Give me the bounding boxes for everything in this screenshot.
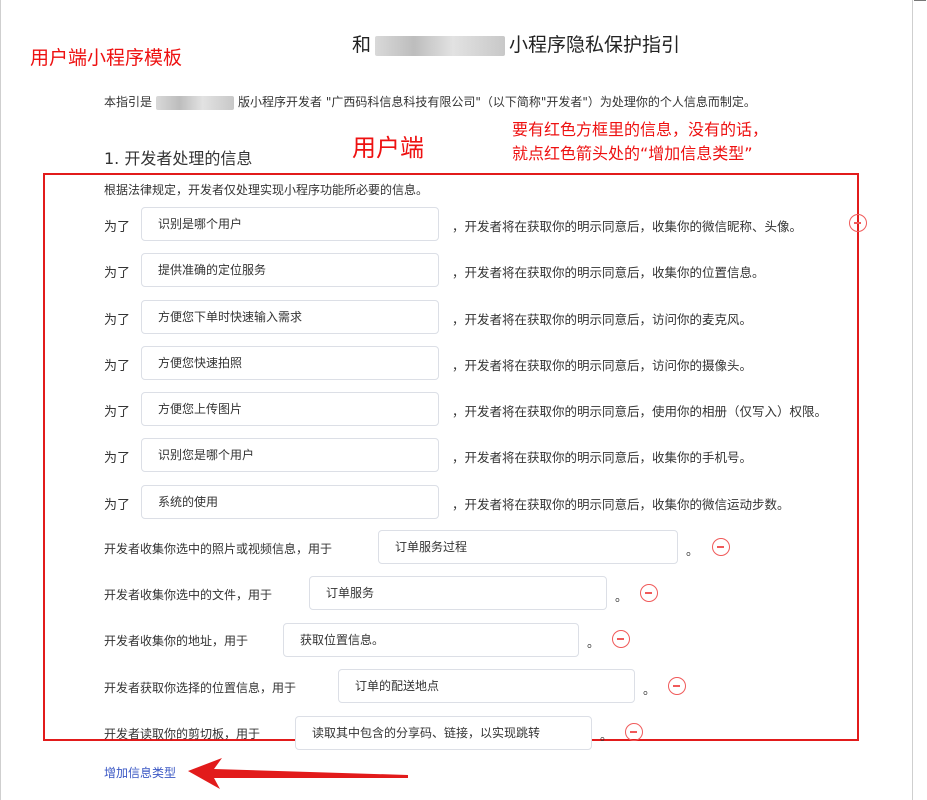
collection-end: 。 [643,682,656,697]
page-title-prefix: 和 [352,34,372,56]
collection-input[interactable]: 订单服务 [309,576,607,610]
purpose-input[interactable]: 方便您下单时快速输入需求 [141,300,439,334]
annotation-instruction-line-2: 就点红色箭头处的“增加信息类型” [512,144,753,163]
intro-prefix: 本指引是 [104,95,153,109]
purpose-suffix: ，开发者将在获取你的明示同意后，收集你的微信运动步数。 [452,497,790,512]
annotation-instruction: 要有红色方框里的信息，没有的话， 就点红色箭头处的“增加信息类型” [512,118,768,166]
purpose-prefix: 为了 [104,498,131,513]
collection-input[interactable]: 订单服务过程 [378,530,678,564]
purpose-input[interactable]: 提供准确的定位服务 [141,253,439,287]
purpose-suffix: ，开发者将在获取你的明示同意后，访问你的摄像头。 [452,358,753,373]
purpose-prefix: 为了 [104,266,131,281]
page-frame-tick [914,0,926,1]
annotation-instruction-line-1: 要有红色方框里的信息，没有的话， [512,120,769,139]
purpose-suffix: ，开发者将在获取你的明示同意后，收集你的微信昵称、头像。 [452,219,803,234]
page-title-suffix: 小程序隐私保护指引 [509,34,681,56]
intro-body: 版小程序开发者 "广西码科信息科技有限公司"（以下简称"开发者"）为处理你的个人… [238,95,756,109]
red-arrow-icon [188,758,408,789]
purpose-input[interactable]: 识别您是哪个用户 [141,438,439,472]
minus-circle-icon[interactable] [712,538,730,556]
collection-prefix: 开发者收集你选中的照片或视频信息，用于 [104,542,333,556]
minus-circle-icon[interactable] [849,214,867,232]
purpose-prefix: 为了 [104,313,131,328]
collection-end: 。 [600,728,613,743]
purpose-input[interactable]: 系统的使用 [141,485,439,519]
add-info-type-link[interactable]: 增加信息类型 [104,764,176,781]
collection-end: 。 [587,635,600,650]
purpose-suffix: ，开发者将在获取你的明示同意后，访问你的麦克风。 [452,312,753,327]
collection-prefix: 开发者获取你选择的位置信息，用于 [104,681,297,695]
collection-end: 。 [686,543,699,558]
purpose-suffix: ，开发者将在获取你的明示同意后，使用你的相册（仅写入）权限。 [452,404,828,419]
purpose-input[interactable]: 方便您上传图片 [141,392,439,426]
purpose-input[interactable]: 识别是哪个用户 [141,207,439,241]
collection-prefix: 开发者读取你的剪切板，用于 [104,727,261,741]
purpose-suffix: ，开发者将在获取你的明示同意后，收集你的手机号。 [452,450,753,465]
minus-circle-icon[interactable] [625,723,643,741]
annotation-template-label: 用户端小程序模板 [30,47,183,69]
purpose-prefix: 为了 [104,405,131,420]
collection-end: 。 [615,589,628,604]
page-frame-right [912,0,913,800]
page-frame-left [0,0,1,800]
legal-note: 根据法律规定，开发者仅处理实现小程序功能所必要的信息。 [104,183,429,197]
purpose-suffix: ，开发者将在获取你的明示同意后，收集你的位置信息。 [452,265,765,280]
section-title: 1. 开发者处理的信息 [104,149,253,168]
intro-text: 本指引是 版小程序开发者 "广西码科信息科技有限公司"（以下简称"开发者"）为处理… [104,93,756,110]
collection-input[interactable]: 读取其中包含的分享码、链接，以实现跳转 [295,716,592,750]
purpose-prefix: 为了 [104,220,131,235]
purpose-prefix: 为了 [104,359,131,374]
redacted-app-name [375,35,506,56]
minus-circle-icon[interactable] [640,584,658,602]
collection-input[interactable]: 获取位置信息。 [283,623,579,657]
annotation-user-side: 用户端 [352,134,424,162]
collection-prefix: 开发者收集你选中的文件，用于 [104,588,273,602]
collection-prefix: 开发者收集你的地址，用于 [104,634,249,648]
minus-circle-icon[interactable] [668,677,686,695]
collection-input[interactable]: 订单的配送地点 [338,669,635,703]
redacted-app-name-intro [156,95,235,110]
purpose-prefix: 为了 [104,451,131,466]
purpose-input[interactable]: 方便您快速拍照 [141,346,439,380]
page-title: 和 小程序隐私保护指引 [352,30,680,57]
minus-circle-icon[interactable] [612,630,630,648]
